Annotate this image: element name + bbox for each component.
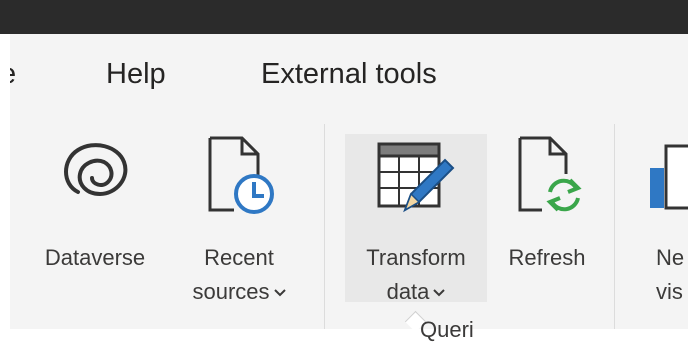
new-visual-button[interactable]: Ne vis <box>630 132 688 304</box>
transform-data-label-line2: data <box>345 276 487 308</box>
recent-sources-label-line1: Recent <box>204 245 274 270</box>
menu-item-external-tools[interactable]: External tools <box>261 58 437 91</box>
menu-item-help[interactable]: Help <box>106 58 166 91</box>
transform-data-label-text: data <box>386 279 430 304</box>
new-visual-label-line2: vis <box>656 279 683 304</box>
chevron-down-icon <box>433 289 446 297</box>
group-label-queries: Queri <box>420 317 474 342</box>
left-edge <box>0 34 10 329</box>
dataverse-icon <box>64 143 128 197</box>
chevron-down-icon <box>273 289 286 297</box>
recent-sources-label-line2: sources <box>174 276 304 308</box>
transform-data-label-line1: Transform <box>366 245 466 270</box>
title-bar <box>0 0 688 34</box>
new-visual-icon <box>650 144 688 210</box>
refresh-label: Refresh <box>508 245 586 270</box>
new-visual-label-line1: Ne <box>656 245 685 270</box>
transform-data-icon <box>377 142 455 213</box>
ribbon: Dataverse Recent sources Transform data … <box>10 112 688 342</box>
recent-sources-label-text: sources <box>192 279 270 304</box>
menu-bar: e Help External tools <box>0 34 688 112</box>
recent-sources-button[interactable]: Recent sources <box>174 132 304 304</box>
dataverse-button[interactable]: Dataverse <box>22 132 168 304</box>
dataverse-label: Dataverse <box>44 245 146 270</box>
ribbon-separator <box>324 124 325 329</box>
recent-sources-icon <box>208 136 274 214</box>
transform-data-button[interactable]: Transform data <box>345 134 487 304</box>
ribbon-separator <box>614 124 615 329</box>
refresh-icon <box>518 136 582 212</box>
refresh-button[interactable]: Refresh <box>490 132 604 304</box>
